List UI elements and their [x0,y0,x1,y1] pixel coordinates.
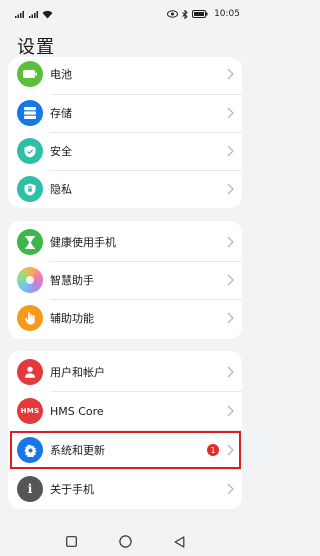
settings-item-users-accounts[interactable]: 用户和帐户 [8,353,242,391]
hms-icon: HMS [17,398,43,424]
eye-icon [167,10,179,18]
chevron-right-icon [227,312,234,324]
status-time: 10:05 [214,9,240,19]
settings-item-about-phone[interactable]: i 关于手机 [8,470,242,508]
info-icon: i [17,476,43,502]
battery-status-icon [192,10,208,18]
circle-icon [118,535,132,548]
settings-item-label: 隐私 [50,183,72,196]
settings-item-label: HMS Core [50,404,104,418]
shield-icon [17,138,43,164]
settings-item-label: 智慧助手 [50,274,94,287]
settings-item-system-updates[interactable]: 系统和更新 1 [8,431,242,469]
settings-group-system: 用户和帐户 HMS HMS Core 系统和更新 1 i 关于手机 [8,351,242,509]
privacy-icon [17,176,43,202]
chevron-right-icon [227,68,234,80]
settings-item-label: 辅助功能 [50,312,94,325]
hand-icon [17,305,43,331]
home-button[interactable] [118,535,132,549]
settings-group-wellbeing: 健康使用手机 智慧助手 辅助功能 [8,221,242,339]
settings-group-device: 电池 存储 安全 隐私 [8,57,242,208]
settings-item-accessibility[interactable]: 辅助功能 [8,299,242,337]
chevron-right-icon [227,366,234,378]
settings-item-battery[interactable]: 电池 [8,57,242,93]
square-icon [65,536,77,547]
settings-item-hms-core[interactable]: HMS HMS Core [8,392,242,430]
chevron-right-icon [227,483,234,495]
settings-item-label: 关于手机 [50,483,94,496]
chevron-right-icon [227,405,234,417]
status-bar: 10:05 [0,0,250,28]
info-icon-text: i [27,482,33,496]
update-count-badge: 1 [207,444,219,456]
status-bar-left [14,10,53,19]
settings-item-privacy[interactable]: 隐私 [8,170,242,208]
settings-item-storage[interactable]: 存储 [8,94,242,132]
bluetooth-icon [182,9,188,19]
settings-item-label: 系统和更新 [50,444,105,457]
chevron-right-icon [227,236,234,248]
sim-signal-icon [14,10,24,19]
chevron-right-icon [227,145,234,157]
settings-item-label: 存储 [50,107,72,120]
settings-item-label: 用户和帐户 [50,366,105,379]
settings-item-security[interactable]: 安全 [8,132,242,170]
status-bar-right: 10:05 [167,9,240,19]
triangle-back-icon [174,535,184,548]
chevron-right-icon [227,183,234,195]
hourglass-icon [17,229,43,255]
navigation-bar [0,527,250,556]
storage-icon [17,100,43,126]
back-button[interactable] [172,535,186,549]
settings-item-label: 电池 [50,68,72,81]
chevron-right-icon [227,107,234,119]
settings-item-digital-balance[interactable]: 健康使用手机 [8,223,242,261]
page-title: 设置 [17,37,55,58]
chevron-right-icon [227,274,234,286]
assistant-icon [17,267,43,293]
battery-icon [17,61,43,87]
settings-item-smart-assistant[interactable]: 智慧助手 [8,261,242,299]
settings-item-label: 安全 [50,145,72,158]
gear-icon [17,437,43,463]
wifi-icon [42,10,53,19]
hms-icon-text: HMS [20,407,40,415]
recent-apps-button[interactable] [64,535,78,549]
settings-item-label: 健康使用手机 [50,236,116,249]
chevron-right-icon [227,444,234,456]
sim-signal-2-icon [28,10,38,19]
user-icon [17,359,43,385]
